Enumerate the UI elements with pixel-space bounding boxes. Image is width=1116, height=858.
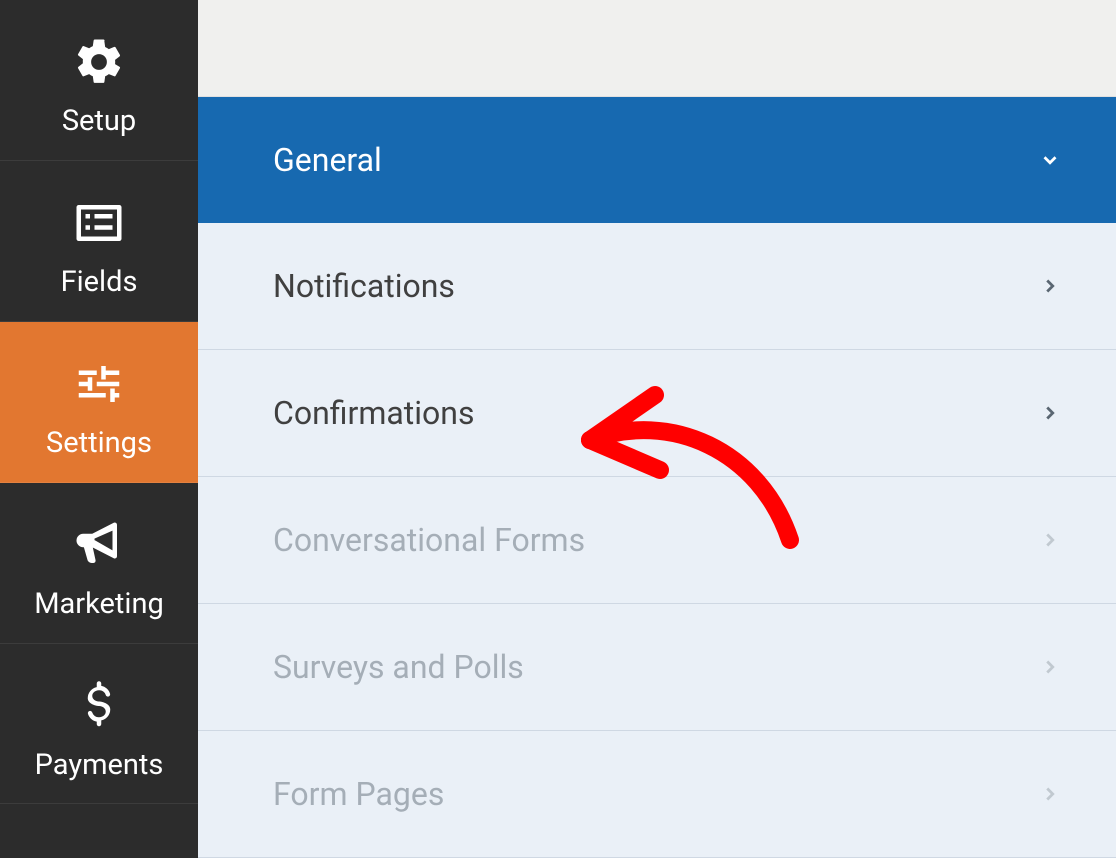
chevron-right-icon bbox=[1039, 648, 1061, 686]
panel-item-conversational-forms[interactable]: Conversational Forms bbox=[198, 477, 1116, 604]
sidebar-item-settings[interactable]: Settings bbox=[0, 322, 198, 483]
sliders-icon bbox=[72, 348, 126, 420]
app-layout: Setup Fields Settings Marketing Payments bbox=[0, 0, 1116, 858]
sidebar-item-label: Settings bbox=[46, 428, 152, 460]
sidebar-item-label: Setup bbox=[62, 106, 136, 138]
chevron-right-icon bbox=[1039, 775, 1061, 813]
dollar-icon bbox=[72, 670, 126, 742]
chevron-right-icon bbox=[1039, 521, 1061, 559]
list-icon bbox=[72, 187, 126, 259]
chevron-down-icon bbox=[1039, 141, 1061, 179]
sidebar-item-label: Fields bbox=[61, 267, 138, 299]
sidebar-item-marketing[interactable]: Marketing bbox=[0, 483, 198, 644]
panel-item-surveys-and-polls[interactable]: Surveys and Polls bbox=[198, 604, 1116, 731]
chevron-right-icon bbox=[1039, 267, 1061, 305]
panel-item-label: Confirmations bbox=[273, 394, 474, 432]
chevron-right-icon bbox=[1039, 394, 1061, 432]
panel-item-form-pages[interactable]: Form Pages bbox=[198, 731, 1116, 858]
bullhorn-icon bbox=[72, 509, 126, 581]
panel-item-label: Conversational Forms bbox=[273, 521, 585, 559]
panel-item-label: General bbox=[273, 141, 382, 179]
sidebar-item-setup[interactable]: Setup bbox=[0, 0, 198, 161]
panel-item-confirmations[interactable]: Confirmations bbox=[198, 350, 1116, 477]
settings-panel: General Notifications Confirmations Conv… bbox=[198, 97, 1116, 858]
sidebar-item-label: Marketing bbox=[34, 589, 164, 621]
sidebar-item-fields[interactable]: Fields bbox=[0, 161, 198, 322]
top-bar bbox=[198, 0, 1116, 97]
sidebar: Setup Fields Settings Marketing Payments bbox=[0, 0, 198, 858]
panel-item-label: Form Pages bbox=[273, 775, 444, 813]
main-area: General Notifications Confirmations Conv… bbox=[198, 0, 1116, 858]
panel-item-label: Notifications bbox=[273, 267, 455, 305]
panel-item-general[interactable]: General bbox=[198, 97, 1116, 223]
panel-item-label: Surveys and Polls bbox=[273, 648, 524, 686]
sidebar-item-payments[interactable]: Payments bbox=[0, 644, 198, 805]
panel-item-notifications[interactable]: Notifications bbox=[198, 223, 1116, 350]
sidebar-item-label: Payments bbox=[35, 750, 164, 782]
gear-icon bbox=[72, 26, 126, 98]
